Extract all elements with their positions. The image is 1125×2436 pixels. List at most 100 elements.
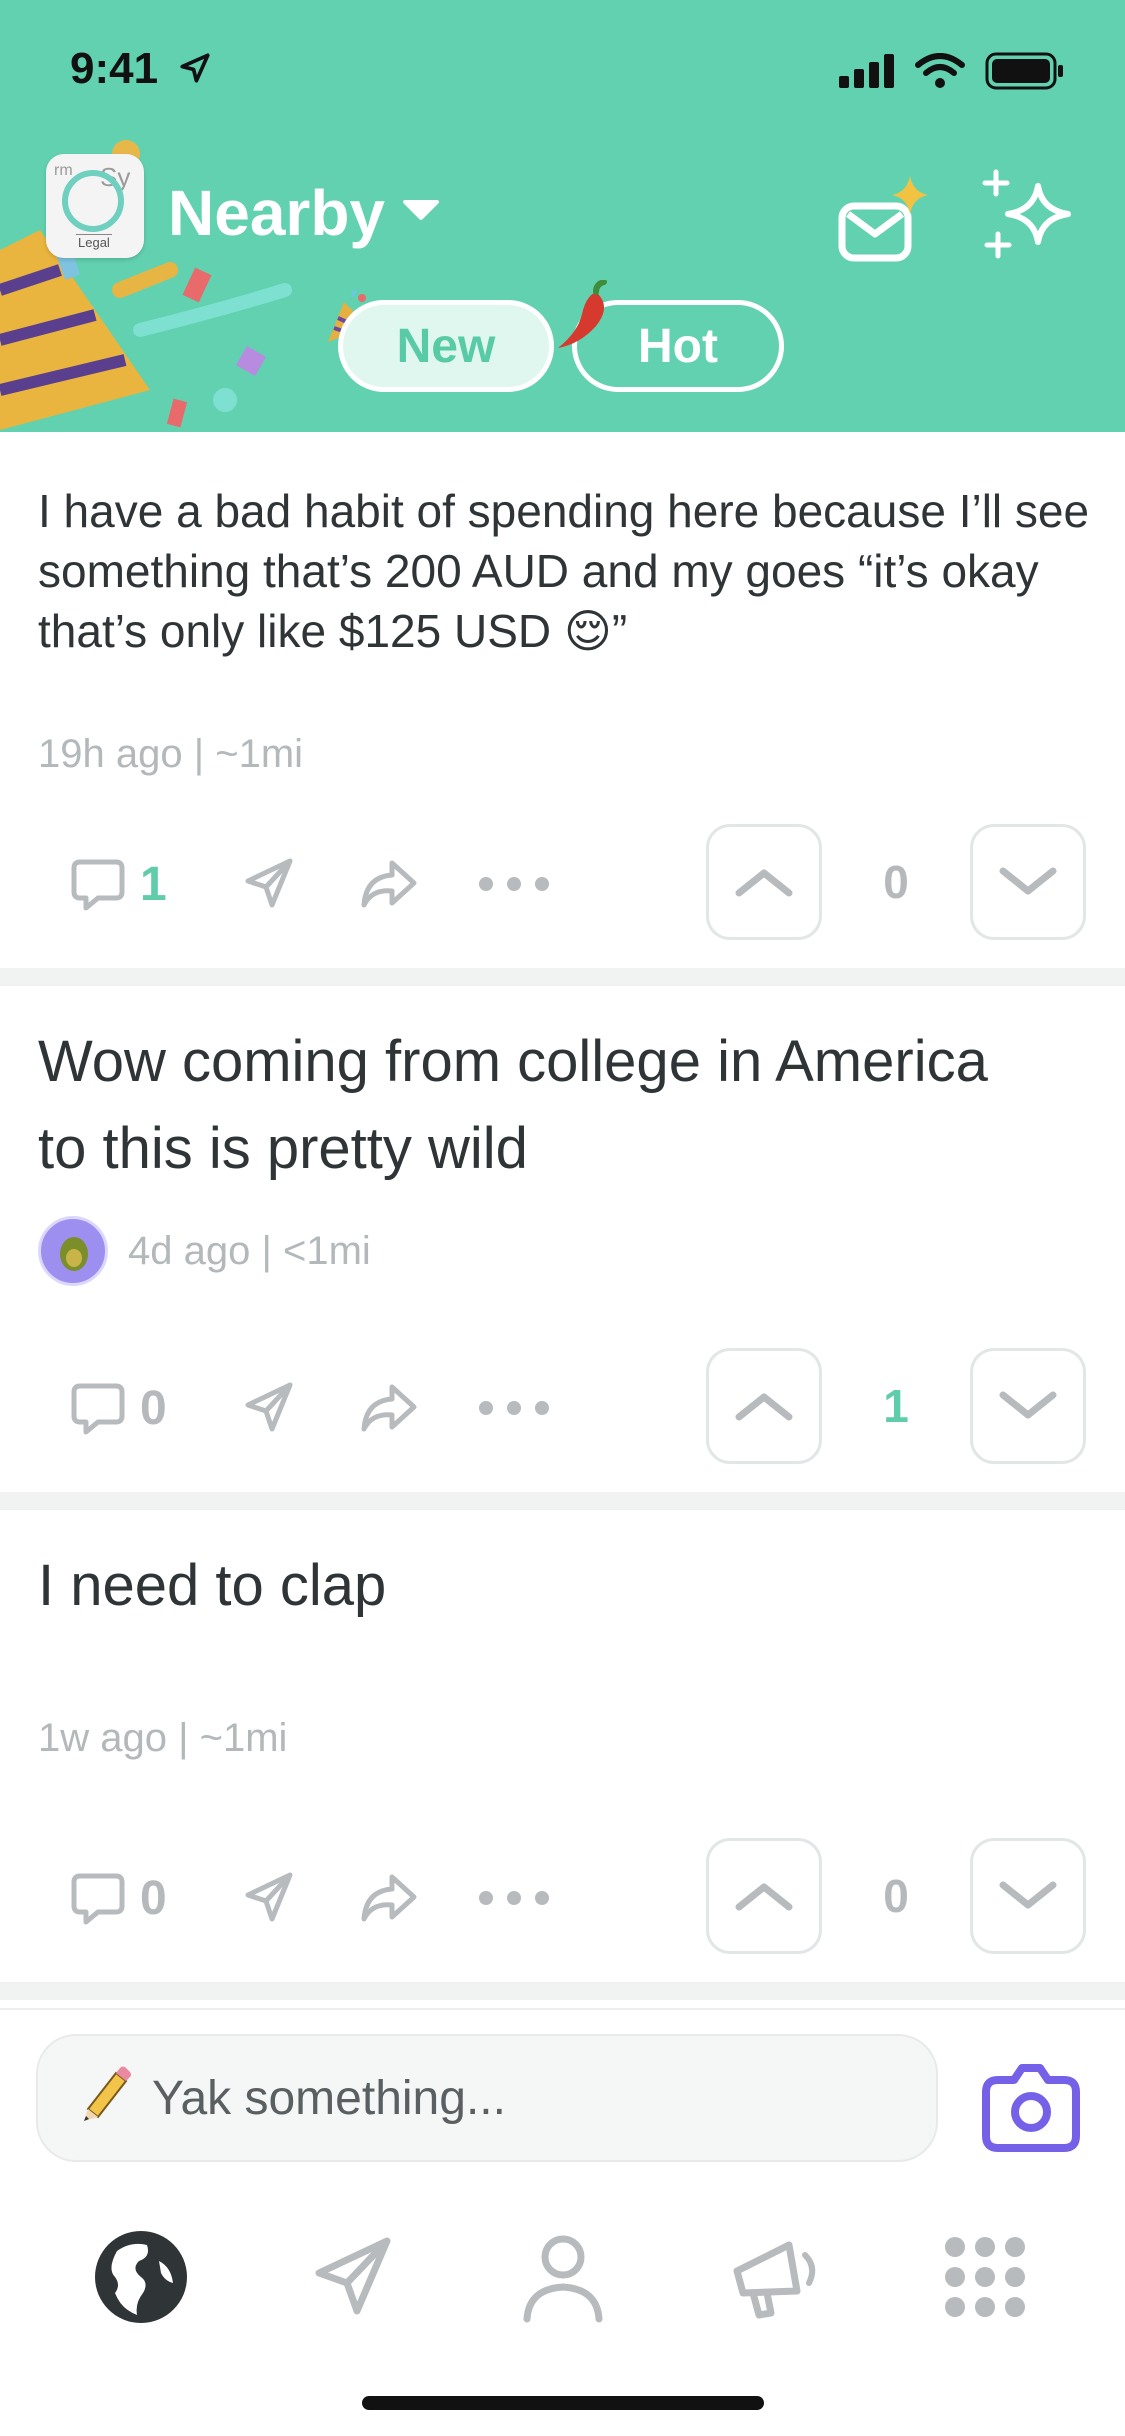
chevron-down-icon xyxy=(999,1391,1057,1419)
more-dots-icon xyxy=(479,877,549,891)
chevron-down-icon xyxy=(999,867,1057,895)
ai-sparkle-button[interactable] xyxy=(976,168,1086,268)
post-meta-text: 19h ago | ~1mi xyxy=(38,732,304,776)
more-options-button[interactable] xyxy=(476,824,552,944)
chevron-up-icon xyxy=(735,1393,793,1421)
post-meta: 19h ago | ~1mi xyxy=(38,732,303,777)
share-button[interactable] xyxy=(358,1838,420,1958)
logo-ring-icon xyxy=(62,170,124,232)
avatar xyxy=(38,1216,108,1286)
tab-announcements[interactable] xyxy=(722,2222,832,2332)
home-indicator[interactable] xyxy=(362,2396,764,2410)
logo-bottom-text: Legal xyxy=(76,234,112,250)
share-arrow-icon xyxy=(361,860,417,908)
post-divider xyxy=(0,1982,1125,2000)
grid-dots-icon xyxy=(945,2237,1025,2317)
chili-pepper-icon xyxy=(552,279,616,357)
tab-profile[interactable] xyxy=(508,2222,618,2332)
status-time: 9:41 xyxy=(70,44,212,96)
megaphone-icon xyxy=(733,2241,816,2319)
comment-count: 1 xyxy=(140,857,167,911)
paper-plane-icon xyxy=(245,1382,293,1432)
cellular-signal-icon xyxy=(839,54,894,88)
vote-score: 0 xyxy=(883,1870,909,1922)
comment-button[interactable]: 0 xyxy=(70,1838,167,1958)
globe-icon xyxy=(95,2231,187,2323)
vote-score: 1 xyxy=(883,1380,909,1432)
post-divider xyxy=(0,968,1125,986)
community-logo[interactable]: rm Sy Legal xyxy=(46,154,144,258)
mail-sparkle-icon xyxy=(838,176,928,262)
battery-icon xyxy=(985,52,1063,90)
more-dots-icon xyxy=(479,1891,549,1905)
downvote-button[interactable] xyxy=(970,1348,1086,1464)
camera-icon xyxy=(982,2064,1080,2152)
chevron-down-icon xyxy=(401,198,441,229)
location-selector[interactable]: Nearby xyxy=(168,176,441,250)
comment-count: 0 xyxy=(140,1871,167,1925)
camera-button[interactable] xyxy=(976,2050,1086,2160)
bottom-tab-bar xyxy=(0,2188,1125,2338)
downvote-button[interactable] xyxy=(970,824,1086,940)
post-meta: 4d ago | <1mi xyxy=(38,1216,371,1286)
tab-more-apps[interactable] xyxy=(930,2222,1040,2332)
downvote-button[interactable] xyxy=(970,1838,1086,1954)
post-card[interactable]: Wow coming from college in America to th… xyxy=(0,986,1125,1492)
avocado-icon xyxy=(60,1237,88,1271)
pencil-icon xyxy=(74,2061,136,2135)
send-dm-button[interactable] xyxy=(240,1348,298,1468)
compose-placeholder: Yak something... xyxy=(152,2071,506,2125)
upvote-button[interactable] xyxy=(706,1838,822,1954)
compose-input[interactable]: Yak something... xyxy=(36,2034,938,2162)
page-title: Nearby xyxy=(168,177,385,249)
post-text: Wow coming from college in America to th… xyxy=(38,1029,988,1181)
post-actions: 0 1 xyxy=(0,1348,1125,1468)
more-dots-icon xyxy=(479,1401,549,1415)
post-actions: 0 0 xyxy=(0,1838,1125,1958)
tab-messages[interactable] xyxy=(298,2222,408,2332)
post-card[interactable]: I have a bad habit of spending here beca… xyxy=(0,432,1125,964)
chevron-up-icon xyxy=(735,1883,793,1911)
post-text: I need to clap xyxy=(38,1553,387,1618)
comment-button[interactable]: 1 xyxy=(70,824,167,944)
post-actions: 1 0 xyxy=(0,824,1125,944)
post-divider xyxy=(0,1492,1125,1510)
chevron-up-icon xyxy=(735,869,793,897)
share-button[interactable] xyxy=(358,824,420,944)
comment-icon xyxy=(71,1383,125,1435)
comment-button[interactable]: 0 xyxy=(70,1348,167,1468)
paper-plane-icon xyxy=(245,1872,293,1922)
vote-score: 0 xyxy=(883,856,909,908)
wifi-icon xyxy=(915,53,965,88)
messages-button[interactable] xyxy=(836,170,936,270)
share-button[interactable] xyxy=(358,1348,420,1468)
status-bar: 9:41 xyxy=(0,0,1125,140)
post-meta-text: 1w ago | ~1mi xyxy=(38,1716,288,1760)
paper-plane-icon xyxy=(245,858,293,908)
more-options-button[interactable] xyxy=(476,1348,552,1468)
tab-new[interactable]: New xyxy=(338,300,554,392)
send-dm-button[interactable] xyxy=(240,1838,298,1958)
post-meta-text: 4d ago | <1mi xyxy=(128,1228,371,1273)
status-time-text: 9:41 xyxy=(70,44,159,93)
share-arrow-icon xyxy=(361,1874,417,1922)
post-card[interactable]: I need to clap 1w ago | ~1mi 0 0 xyxy=(0,1510,1125,1990)
send-dm-button[interactable] xyxy=(240,824,298,944)
share-arrow-icon xyxy=(361,1384,417,1432)
compose-bar: Yak something... xyxy=(0,2008,1125,2190)
sparkle-icon xyxy=(982,169,1071,259)
location-arrow-icon xyxy=(178,46,212,96)
comment-count: 0 xyxy=(140,1381,167,1435)
status-icons xyxy=(839,52,1065,90)
post-meta: 1w ago | ~1mi xyxy=(38,1716,287,1761)
paper-plane-icon xyxy=(315,2237,391,2315)
upvote-button[interactable] xyxy=(706,1348,822,1464)
comment-icon xyxy=(71,1873,125,1925)
more-options-button[interactable] xyxy=(476,1838,552,1958)
header: 9:41 rm Sy Legal Nearby New Hot xyxy=(0,0,1125,432)
post-text: I have a bad habit of spending here beca… xyxy=(38,485,1090,657)
logo-mark-text: rm xyxy=(54,162,73,179)
tab-home-feed[interactable] xyxy=(86,2222,196,2332)
comment-icon xyxy=(71,859,125,911)
upvote-button[interactable] xyxy=(706,824,822,940)
